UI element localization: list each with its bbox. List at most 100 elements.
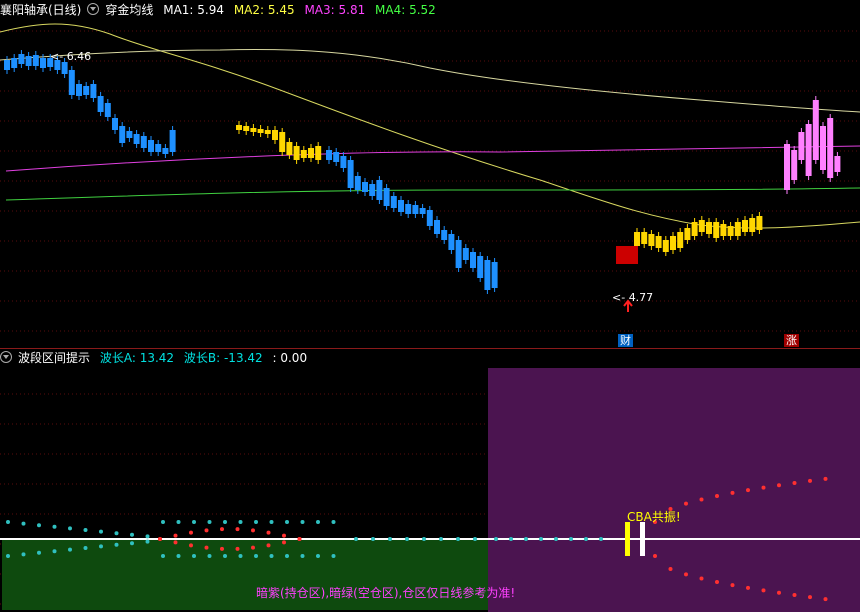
candle-body	[670, 236, 676, 250]
wave-a-value: 波长A: 13.42	[99, 351, 175, 365]
indicator-dot	[251, 545, 255, 550]
high-price-label: <- 6.46	[50, 50, 92, 63]
indicator-pane[interactable]: 波段区间提示 波长A: 13.42 波长B: -13.42 : 0.00	[0, 348, 860, 612]
candle-body	[426, 210, 433, 226]
indicator-name[interactable]: 波段区间提示	[18, 351, 90, 365]
indicator-dot	[285, 554, 289, 558]
indicator-dot	[207, 554, 212, 558]
candle-body	[634, 232, 640, 246]
indicator-dot	[173, 533, 178, 538]
candle-body	[655, 236, 662, 248]
candle-body	[691, 222, 698, 236]
indicator-dot	[282, 540, 286, 545]
indicator-dot	[777, 590, 781, 595]
rise-event-marker[interactable]: 涨	[784, 334, 799, 347]
indicator-dot	[235, 546, 240, 551]
indicator-dot	[699, 497, 704, 502]
indicator-dot	[494, 537, 498, 541]
indicator-dot	[189, 530, 193, 535]
indicator-dot	[473, 537, 477, 541]
indicator-dot	[223, 554, 227, 558]
indicator-value: : 0.00	[272, 351, 308, 365]
candle-body	[369, 184, 376, 196]
indicator-dot	[684, 501, 688, 506]
candle-body	[18, 54, 25, 64]
candle-body	[756, 216, 763, 230]
indicator-dot	[254, 520, 258, 524]
indicator-dot	[238, 554, 243, 558]
candle-body	[706, 222, 712, 234]
wave-b-value: 波长B: -13.42	[183, 351, 263, 365]
indicator-dot	[189, 543, 193, 548]
indicator-dot	[823, 597, 828, 602]
indicator-dot	[161, 520, 165, 524]
indicator-dot	[220, 527, 224, 532]
indicator-dot	[509, 537, 513, 541]
indicator-dot	[285, 520, 289, 524]
candle-body	[76, 84, 82, 96]
candle-body	[308, 148, 314, 158]
indicator-dropdown-icon[interactable]	[0, 351, 12, 363]
candle-body	[734, 222, 741, 236]
candlestick-chart[interactable]	[0, 0, 860, 348]
candle-body	[133, 134, 140, 144]
indicator-dot	[204, 528, 209, 533]
candle-body	[405, 204, 412, 214]
candle-body	[376, 180, 383, 200]
wave-range-chart[interactable]	[0, 348, 860, 612]
candle-body	[326, 150, 332, 160]
candle-body	[742, 220, 748, 232]
indicator-dot	[730, 490, 735, 495]
candle-body	[477, 256, 484, 278]
indicator-dot	[266, 543, 271, 548]
price-pane[interactable]: 襄阳轴承(日线) 穿金均线 MA1: 5.94 MA2: 5.45 MA3: 5.…	[0, 0, 860, 348]
candle-body	[155, 144, 162, 152]
indicator-dot	[730, 583, 735, 588]
indicator-dot	[354, 537, 358, 541]
candle-body	[812, 100, 819, 160]
indicator-dot	[223, 520, 227, 524]
candle-body	[347, 160, 354, 188]
finance-event-marker[interactable]: 财	[618, 334, 633, 347]
indicator-dot	[158, 537, 162, 541]
candle-body	[713, 222, 720, 238]
indicator-dot	[204, 545, 209, 550]
indicator-dot	[220, 546, 224, 551]
indicator-dot	[114, 542, 119, 547]
indicator-dot	[6, 520, 10, 524]
candle-body	[419, 208, 426, 214]
candle-body	[784, 144, 790, 190]
candle-body	[11, 58, 18, 68]
indicator-dot	[761, 485, 766, 490]
indicator-dot	[539, 537, 543, 541]
indicator-dot	[808, 478, 812, 483]
low-price-label: <- 4.77	[612, 291, 654, 304]
candle-body	[677, 232, 684, 248]
candle-body	[90, 84, 97, 98]
indicator-dot	[297, 537, 302, 541]
candle-body	[148, 140, 154, 152]
indicator-dot	[554, 537, 558, 541]
indicator-dot	[52, 524, 57, 529]
candle-body	[491, 262, 498, 288]
cba-bar-white	[640, 522, 645, 556]
candle-body	[97, 96, 104, 112]
indicator-dot	[68, 547, 72, 552]
indicator-dot	[715, 580, 719, 584]
candle-body	[4, 60, 10, 70]
hold-zone	[488, 368, 860, 612]
indicator-dot	[300, 554, 305, 558]
candle-body	[720, 224, 727, 236]
candle-body	[412, 205, 419, 214]
indicator-dot	[266, 530, 271, 535]
candle-body	[470, 252, 476, 268]
candle-body	[25, 56, 32, 66]
ma3-line	[5, 145, 860, 172]
candle-body	[140, 136, 147, 148]
indicator-dot	[405, 537, 409, 541]
indicator-dot	[777, 483, 781, 488]
candle-body	[484, 260, 491, 290]
candle-body	[662, 240, 669, 252]
zone-legend-note: 暗紫(持仓区),暗绿(空仓区),仓区仅日线参考为准!	[256, 586, 516, 600]
indicator-dot	[235, 527, 240, 532]
